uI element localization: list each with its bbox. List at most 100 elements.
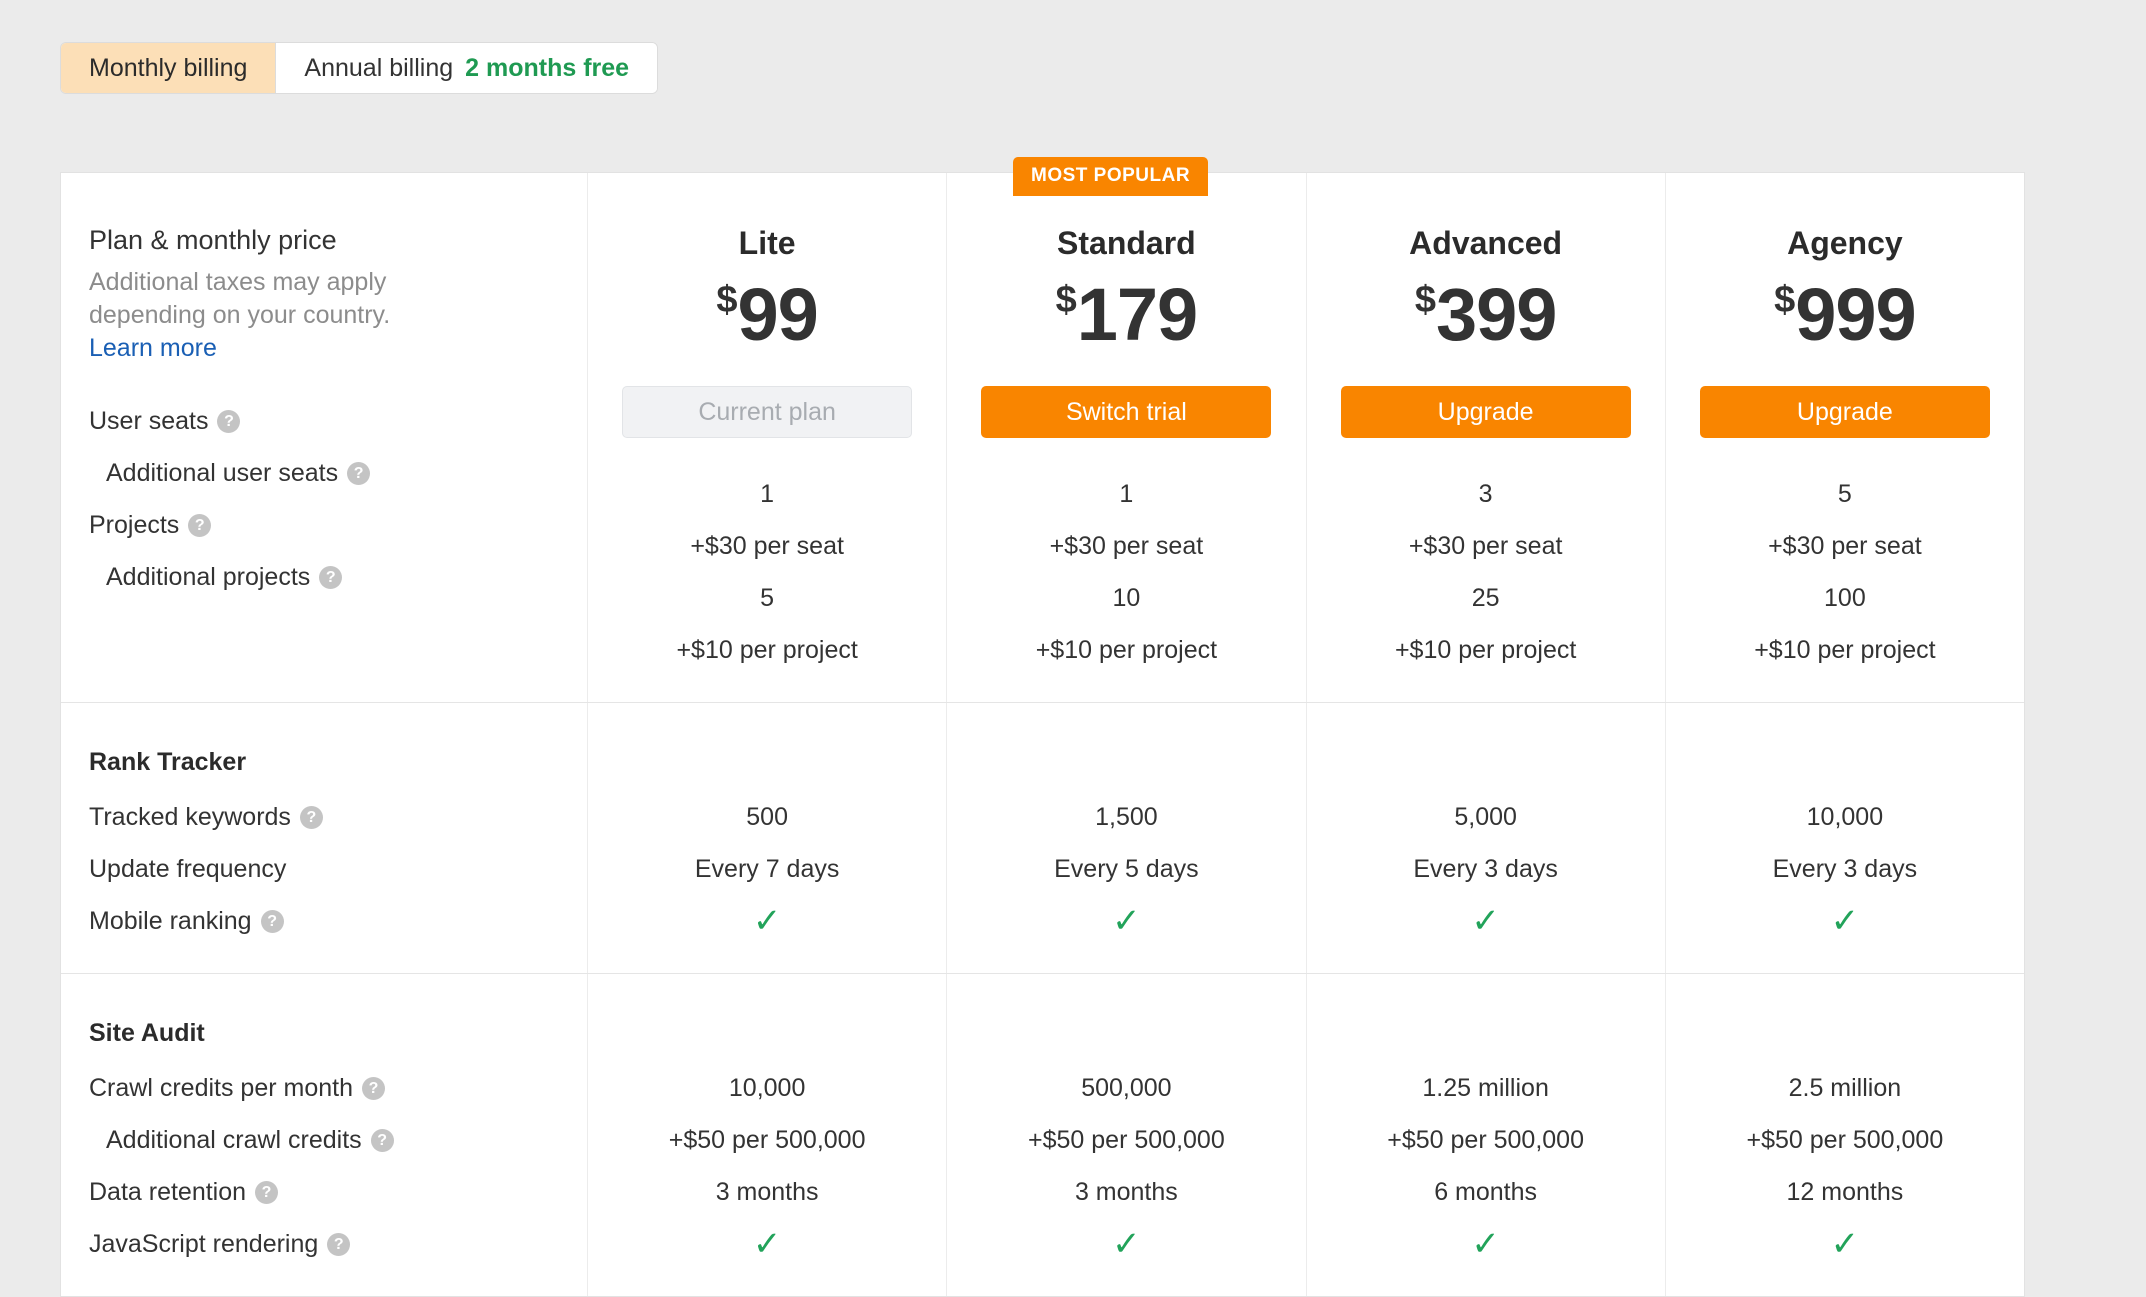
pricing-comparison-table: Plan & monthly price Additional taxes ma…: [60, 172, 2025, 1297]
feature-label-text: Projects: [89, 510, 180, 539]
section-site-audit: Site Audit Crawl credits per month ? Add…: [61, 974, 2024, 1296]
check-icon: ✓: [1830, 1225, 1860, 1263]
page-title: Plan & monthly price: [89, 225, 337, 255]
section-rank-tracker: Rank Tracker Tracked keywords ? Update f…: [61, 703, 2024, 974]
feature-label-text: Mobile ranking: [89, 906, 252, 935]
value-cell: 500: [746, 802, 788, 831]
feature-label-text: Crawl credits per month: [89, 1073, 353, 1102]
header-label-column: Plan & monthly price Additional taxes ma…: [61, 173, 588, 702]
currency-symbol: $: [1055, 279, 1077, 321]
feature-label-mobile-ranking: Mobile ranking ?: [89, 895, 587, 947]
value-cell: 10,000: [728, 1073, 806, 1102]
feature-label-javascript-rendering: JavaScript rendering ?: [89, 1218, 587, 1270]
plan-intro: Plan & monthly price Additional taxes ma…: [89, 173, 587, 365]
value-cell: +$10 per project: [676, 635, 858, 664]
value-cell: 1,500: [1095, 802, 1158, 831]
price-amount: 99: [737, 273, 819, 356]
site-audit-label-column: Site Audit Crawl credits per month ? Add…: [61, 974, 588, 1296]
value-cell: 3 months: [715, 1177, 819, 1206]
site-audit-values-advanced: 1.25 million +$50 per 500,000 6 months ✓: [1307, 974, 1666, 1296]
help-icon[interactable]: ?: [255, 1180, 279, 1204]
help-icon[interactable]: ?: [260, 909, 284, 933]
plan-column-advanced: Advanced $399 Upgrade 3 +$30 per seat 25…: [1307, 173, 1666, 702]
header-feature-labels: User seats ? Additional user seats ? Pro…: [89, 365, 587, 629]
help-icon[interactable]: ?: [188, 513, 212, 537]
currency-symbol: $: [1774, 279, 1796, 321]
most-popular-badge: MOST POPULAR: [1013, 157, 1209, 196]
value-cell-check: ✓: [588, 1218, 946, 1270]
learn-more-link[interactable]: Learn more: [89, 334, 217, 362]
feature-label-text: User seats: [89, 406, 209, 435]
feature-label-text: Tracked keywords: [89, 802, 291, 831]
billing-period-toggle[interactable]: Monthly billing Annual billing 2 months …: [60, 42, 659, 94]
site-audit-values-agency: 2.5 million +$50 per 500,000 12 months ✓: [1666, 974, 2024, 1296]
value-cell: 6 months: [1434, 1177, 1538, 1206]
value-cell-check: ✓: [588, 895, 946, 947]
tax-note-text: Additional taxes may apply depending on …: [89, 268, 391, 329]
value-cell-check: ✓: [947, 1218, 1305, 1270]
rank-tracker-values-agency: 10,000 Every 3 days ✓: [1666, 703, 2024, 973]
feature-label-additional-crawl-credits: Additional crawl credits ?: [89, 1114, 587, 1166]
site-audit-values-standard: 500,000 +$50 per 500,000 3 months ✓: [947, 974, 1307, 1296]
value-cell-check: ✓: [947, 895, 1305, 947]
price-amount: 179: [1076, 273, 1198, 356]
feature-label-projects: Projects ?: [89, 499, 587, 551]
value-cell: 3: [1478, 479, 1493, 508]
check-icon: ✓: [1112, 1225, 1141, 1263]
plan-column-standard: Standard $179 Switch trial 1 +$30 per se…: [947, 173, 1307, 702]
value-cell: +$50 per 500,000: [1746, 1125, 1944, 1154]
price-amount: 399: [1435, 273, 1557, 356]
help-icon[interactable]: ?: [319, 565, 343, 589]
check-icon: ✓: [752, 902, 782, 940]
feature-label-update-frequency: Update frequency: [89, 843, 587, 895]
help-icon[interactable]: ?: [327, 1232, 351, 1256]
plan-name: Agency: [1787, 225, 1903, 261]
value-cell: +$30 per seat: [690, 531, 844, 560]
tab-monthly-billing[interactable]: Monthly billing: [61, 43, 276, 93]
plan-cta-button-lite[interactable]: Current plan: [622, 386, 913, 438]
plan-values-advanced: 3 +$30 per seat 25 +$10 per project: [1307, 438, 1665, 702]
plan-cta-button-agency[interactable]: Upgrade: [1699, 386, 1990, 438]
tax-note: Additional taxes may apply depending on …: [89, 266, 434, 365]
value-cell: Every 3 days: [1413, 854, 1558, 883]
help-icon[interactable]: ?: [370, 1128, 394, 1152]
value-cell: Every 5 days: [1054, 854, 1199, 883]
value-cell: 10,000: [1806, 802, 1884, 831]
help-icon[interactable]: ?: [361, 1076, 385, 1100]
plan-name: Lite: [738, 225, 796, 261]
value-cell: +$50 per 500,000: [1028, 1125, 1225, 1154]
value-cell: +$10 per project: [1035, 635, 1218, 664]
value-cell: 10: [1112, 583, 1141, 612]
plan-column-agency: Agency $999 Upgrade 5 +$30 per seat 100 …: [1666, 173, 2024, 702]
value-cell-check: ✓: [1666, 895, 2024, 947]
feature-label-additional-user-seats: Additional user seats ?: [89, 447, 587, 499]
help-icon[interactable]: ?: [217, 409, 241, 433]
group-title-rank-tracker: Rank Tracker: [89, 747, 247, 776]
check-icon: ✓: [1112, 902, 1141, 940]
feature-label-tracked-keywords: Tracked keywords ?: [89, 791, 587, 843]
plan-cta-button-advanced[interactable]: Upgrade: [1340, 386, 1631, 438]
check-icon: ✓: [1471, 1225, 1500, 1263]
value-cell-check: ✓: [1307, 1218, 1665, 1270]
help-icon[interactable]: ?: [347, 461, 371, 485]
value-cell: 1.25 million: [1422, 1073, 1549, 1102]
value-cell: Every 7 days: [694, 854, 840, 883]
plans-header-section: Plan & monthly price Additional taxes ma…: [61, 173, 2024, 703]
plan-values-standard: 1 +$30 per seat 10 +$10 per project: [947, 438, 1305, 702]
feature-label-text: JavaScript rendering: [89, 1229, 319, 1258]
plan-cta-button-standard[interactable]: Switch trial: [981, 386, 1272, 438]
feature-label-text: Update frequency: [89, 854, 287, 883]
plan-price: $99: [588, 278, 946, 352]
annual-promo-label: 2 months free: [465, 53, 630, 82]
value-cell: +$50 per 500,000: [1387, 1125, 1584, 1154]
group-title-site-audit: Site Audit: [89, 1018, 205, 1047]
tab-annual-billing[interactable]: Annual billing 2 months free: [275, 43, 658, 93]
rank-tracker-label-column: Rank Tracker Tracked keywords ? Update f…: [61, 703, 588, 973]
value-cell-check: ✓: [1666, 1218, 2024, 1270]
help-icon[interactable]: ?: [299, 805, 323, 829]
feature-label-text: Additional crawl credits: [106, 1125, 362, 1154]
